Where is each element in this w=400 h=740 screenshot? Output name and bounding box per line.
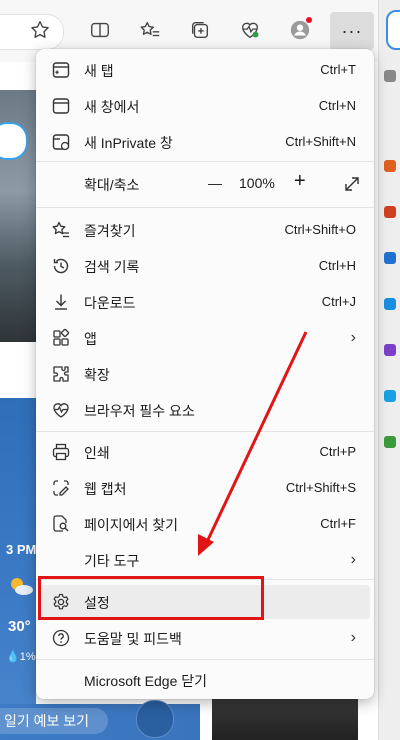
menu-item-label: 페이지에서 찾기 <box>84 517 179 533</box>
forecast-button[interactable]: 일기 예보 보기 <box>0 708 108 734</box>
menu-item-new-tab[interactable]: 새 탭 Ctrl+T <box>40 53 370 87</box>
weather-time: 3 PM <box>6 542 37 557</box>
sidebar-app-icon[interactable] <box>384 160 396 172</box>
menu-item-extensions[interactable]: 확장 <box>40 357 370 391</box>
menu-item-shortcut: Ctrl+Shift+S <box>285 480 356 495</box>
menu-item-label: 새 InPrivate 창 <box>84 135 173 151</box>
menu-item-close-edge[interactable]: Microsoft Edge 닫기 <box>40 663 370 697</box>
inprivate-window-icon <box>51 132 71 152</box>
weather-temperature: 30° <box>8 618 31 635</box>
menu-item-shortcut: Ctrl+N <box>318 98 356 113</box>
profile-icon[interactable] <box>286 16 314 44</box>
menu-item-web-capture[interactable]: 웹 캡처 Ctrl+Shift+S <box>40 471 370 505</box>
menu-item-label: 새 탭 <box>84 63 114 79</box>
menu-item-label: 인쇄 <box>84 445 110 461</box>
menu-item-help-feedback[interactable]: 도움말 및 피드백 › <box>40 621 370 655</box>
favorites-icon[interactable] <box>136 16 164 44</box>
weather-card <box>0 398 36 740</box>
zoom-out-button[interactable]: — <box>208 175 222 191</box>
notification-dot <box>306 17 312 23</box>
menu-item-label: 도움말 및 피드백 <box>84 631 182 647</box>
menu-item-shortcut: Ctrl+P <box>319 444 356 459</box>
settings-and-more-button[interactable]: ··· <box>330 12 374 50</box>
menu-item-browser-essentials[interactable]: 브라우저 필수 요소 <box>40 393 370 427</box>
history-icon <box>51 256 71 276</box>
apps-icon <box>51 328 71 348</box>
menu-item-downloads[interactable]: 다운로드 Ctrl+J <box>40 285 370 319</box>
chevron-right-icon: › <box>350 551 356 568</box>
menu-divider <box>36 207 374 208</box>
sidebar-app-icon[interactable] <box>384 298 396 310</box>
find-on-page-icon <box>51 514 71 534</box>
menu-item-label: 앱 <box>84 331 97 347</box>
sidebar-app-icon[interactable] <box>384 436 396 448</box>
menu-item-shortcut: Ctrl+Shift+N <box>285 134 356 149</box>
web-capture-icon <box>51 478 71 498</box>
star-outline-icon[interactable] <box>26 16 54 44</box>
menu-item-find-on-page[interactable]: 페이지에서 찾기 Ctrl+F <box>40 507 370 541</box>
sidebar-app-icon[interactable] <box>384 70 396 82</box>
menu-item-shortcut: Ctrl+T <box>320 62 356 77</box>
partly-cloudy-icon <box>11 578 33 595</box>
menu-divider <box>36 161 374 162</box>
menu-item-label: Microsoft Edge 닫기 <box>84 673 208 689</box>
menu-item-more-tools[interactable]: 기타 도구 › <box>40 543 370 577</box>
browser-essentials-icon <box>51 400 71 420</box>
menu-item-shortcut: Ctrl+F <box>320 516 356 531</box>
print-icon <box>51 442 71 462</box>
menu-item-shortcut: Ctrl+H <box>318 258 356 273</box>
zoom-label: 확대/축소 <box>84 177 140 193</box>
new-window-icon <box>51 96 71 116</box>
sidebar-app-icon[interactable] <box>384 252 396 264</box>
menu-item-zoom: 확대/축소 — 100% + <box>40 167 370 201</box>
weather-precipitation: 💧1% <box>6 651 36 663</box>
menu-item-label: 브라우저 필수 요소 <box>84 403 195 419</box>
collections-icon[interactable] <box>186 16 214 44</box>
copilot-icon[interactable] <box>386 10 400 50</box>
menu-item-label: 새 창에서 <box>84 99 140 115</box>
menu-item-label: 확장 <box>84 367 110 383</box>
zoom-in-button[interactable]: + <box>294 170 306 193</box>
fullscreen-icon[interactable] <box>342 174 362 194</box>
menu-item-label: 기타 도구 <box>84 553 140 569</box>
forecast-button-label: 일기 예보 보기 <box>4 713 90 729</box>
more-icon: ··· <box>341 20 363 41</box>
chevron-right-icon: › <box>350 629 356 646</box>
sidebar-strip <box>378 0 400 740</box>
sidebar-app-icon[interactable] <box>384 344 396 356</box>
new-tab-icon <box>51 60 71 80</box>
menu-divider <box>36 659 374 660</box>
download-icon <box>51 292 71 312</box>
menu-item-shortcut: Ctrl+Shift+O <box>284 222 356 237</box>
split-screen-icon[interactable] <box>86 16 114 44</box>
highlight-box <box>38 576 264 620</box>
menu-divider <box>36 431 374 432</box>
news-thumbnail[interactable] <box>212 696 358 740</box>
sidebar-app-icon[interactable] <box>384 390 396 402</box>
menu-item-label: 검색 기록 <box>84 259 140 275</box>
browser-essentials-icon[interactable] <box>236 16 264 44</box>
menu-item-favorites[interactable]: 즐겨찾기 Ctrl+Shift+O <box>40 213 370 247</box>
extensions-icon <box>51 364 71 384</box>
zoom-value: 100% <box>239 175 275 191</box>
chevron-right-icon: › <box>350 329 356 346</box>
help-icon <box>51 628 71 648</box>
menu-item-label: 즐겨찾기 <box>84 223 136 239</box>
menu-item-shortcut: Ctrl+J <box>321 294 356 309</box>
menu-item-label: 다운로드 <box>84 295 136 311</box>
sidebar-app-icon[interactable] <box>384 206 396 218</box>
menu-item-history[interactable]: 검색 기록 Ctrl+H <box>40 249 370 283</box>
menu-item-print[interactable]: 인쇄 Ctrl+P <box>40 435 370 469</box>
menu-item-new-inprivate[interactable]: 새 InPrivate 창 Ctrl+Shift+N <box>40 125 370 159</box>
weather-avatar[interactable] <box>136 700 174 738</box>
menu-item-apps[interactable]: 앱 › <box>40 321 370 355</box>
menu-item-label: 웹 캡처 <box>84 481 127 497</box>
favorites-icon <box>51 220 71 240</box>
menu-item-new-window[interactable]: 새 창에서 Ctrl+N <box>40 89 370 123</box>
